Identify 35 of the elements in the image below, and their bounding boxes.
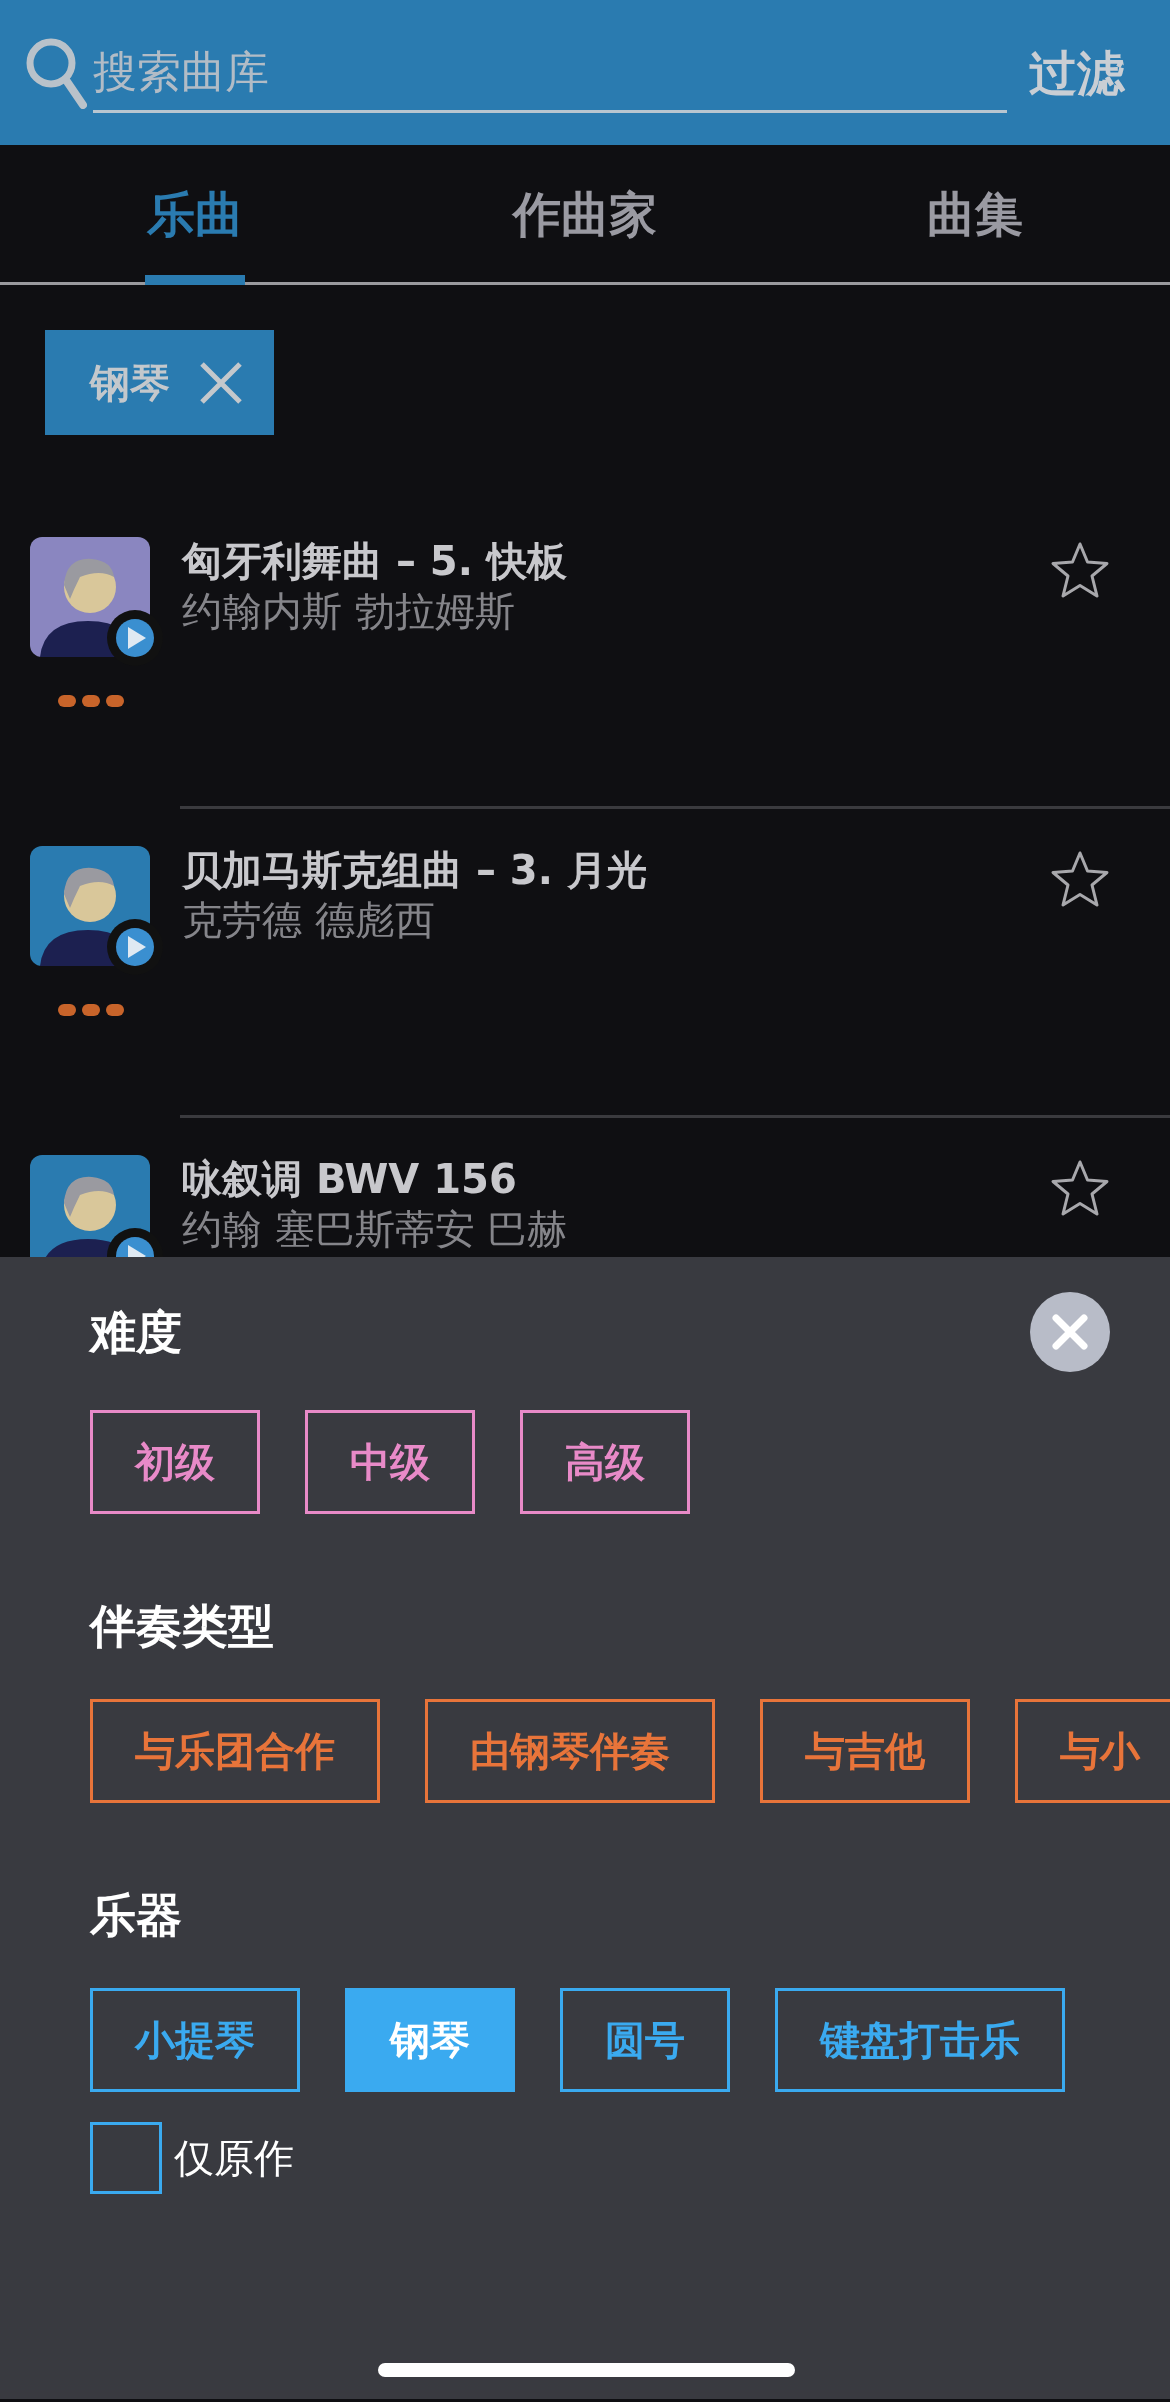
composer-name: 约翰 塞巴斯蒂安 巴赫: [182, 1205, 569, 1254]
piece-title: 贝加马斯克组曲 – 3. 月光: [182, 846, 648, 894]
filter-option[interactable]: 小提琴: [90, 1988, 300, 2092]
filter-option[interactable]: 圆号: [560, 1988, 730, 2092]
filter-option[interactable]: 与乐团合作: [90, 1699, 380, 1803]
close-icon: [198, 359, 244, 406]
tab[interactable]: 作曲家: [390, 145, 780, 282]
filter-option[interactable]: 初级: [90, 1410, 260, 1514]
section-heading: 难度: [90, 1303, 182, 1361]
filter-option[interactable]: 键盘打击乐: [775, 1988, 1065, 2092]
filter-option[interactable]: 高级: [520, 1410, 690, 1514]
filter-option[interactable]: 中级: [305, 1410, 475, 1514]
close-icon: [1051, 1313, 1089, 1351]
filter-option[interactable]: 与吉他: [760, 1699, 970, 1803]
star-icon[interactable]: [1050, 850, 1110, 908]
composer-name: 克劳德 德彪西: [182, 896, 436, 945]
star-icon[interactable]: [1050, 541, 1110, 599]
tab[interactable]: 乐曲: [0, 145, 390, 282]
checkbox[interactable]: [90, 2122, 162, 2194]
filter-chip[interactable]: 钢琴: [45, 330, 274, 435]
tab[interactable]: 曲集: [780, 145, 1170, 282]
section-heading: 伴奏类型: [90, 1598, 274, 1655]
filter-option[interactable]: 钢琴: [345, 1988, 515, 2092]
composer-name: 约翰内斯 勃拉姆斯: [182, 587, 516, 636]
filter-option[interactable]: 由钢琴伴奏: [425, 1699, 715, 1803]
filter-button[interactable]: 过滤: [1029, 36, 1125, 109]
search-bar[interactable]: 搜索曲库 过滤: [0, 0, 1170, 145]
piece-title: 咏叙调 BWV 156: [182, 1155, 518, 1203]
search-icon: [25, 36, 87, 109]
checkbox-label: 仅原作: [174, 2134, 294, 2183]
filter-option[interactable]: 与小: [1015, 1699, 1170, 1803]
section-heading: 乐器: [90, 1887, 182, 1944]
piece-title: 匈牙利舞曲 – 5. 快板: [182, 537, 568, 585]
search-field[interactable]: 搜索曲库: [93, 32, 1007, 113]
star-icon[interactable]: [1050, 1159, 1110, 1217]
